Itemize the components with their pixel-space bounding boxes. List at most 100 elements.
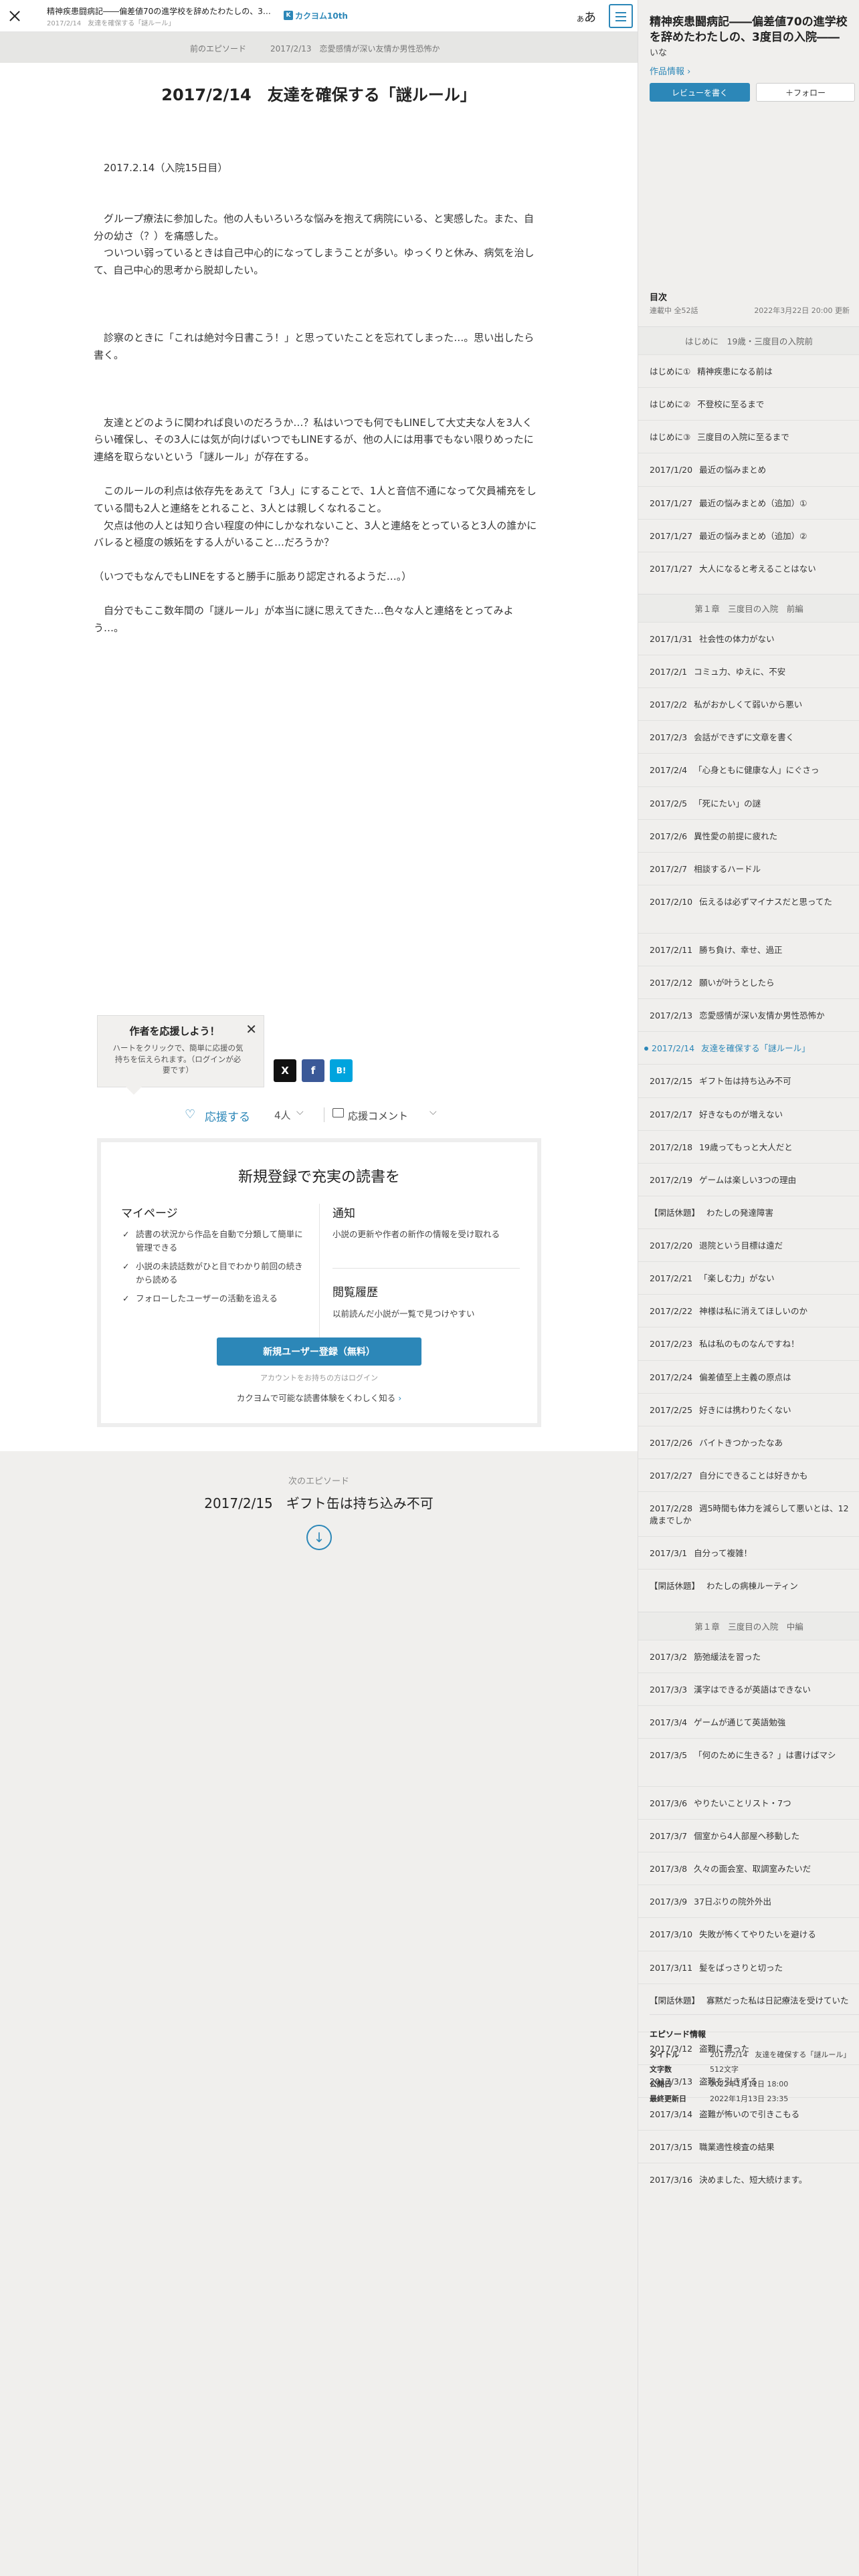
toc-item[interactable]: 2017/2/26 バイトきつかったなあ bbox=[638, 1425, 859, 1459]
previous-episode-nav[interactable]: 前のエピソード 2017/2/13 恋愛感情が深い友情か男性恐怖か bbox=[0, 32, 638, 63]
toc-item[interactable]: 2017/2/22 神様は私に消えてほしいのか bbox=[638, 1294, 859, 1327]
mypage-feature-text: フォローしたユーザーの活動を追える bbox=[136, 1293, 278, 1303]
toc-item-title: 19歳ってもっと大人だと bbox=[699, 1142, 793, 1152]
toc-item[interactable]: 2017/3/4 ゲームが通じて英語勉強 bbox=[638, 1705, 859, 1738]
toc-item[interactable]: 2017/1/27 最近の悩みまとめ（追加）① bbox=[638, 486, 859, 519]
toc-item-title: コミュ力、ゆえに、不安 bbox=[694, 667, 786, 677]
toc-item[interactable]: 2017/3/7 個室から4人部屋へ移動した bbox=[638, 1819, 859, 1852]
toc-item[interactable]: 2017/2/10 伝えるは必ずマイナスだと思ってた bbox=[638, 884, 859, 933]
register-title: 新規登録で充実の読書を bbox=[237, 1169, 400, 1186]
share-hatena-icon[interactable]: B! bbox=[330, 1059, 353, 1082]
toc-item[interactable]: 2017/2/7 相談するハードル bbox=[638, 851, 859, 885]
toc-item[interactable]: 2017/3/3 漢字はできるが英語はできない bbox=[638, 1672, 859, 1705]
toc-item-current[interactable]: 2017/2/14 友達を確保する「謎ルール」 bbox=[638, 1031, 859, 1064]
work-info-link[interactable]: 作品情報 › bbox=[650, 64, 690, 77]
toc-item-date: 2017/3/9 bbox=[650, 1897, 688, 1907]
write-review-button[interactable]: レビューを書く bbox=[650, 83, 750, 102]
toc-item[interactable]: 2017/2/11 勝ち負け、幸せ、過正 bbox=[638, 932, 859, 966]
toc-item[interactable]: 2017/2/1 コミュ力、ゆえに、不安 bbox=[638, 655, 859, 687]
toc-item[interactable]: 2017/1/31 社会性の体力がない bbox=[638, 621, 859, 655]
toc-item[interactable]: 2017/3/16 決めました、短大続けます。 bbox=[638, 2163, 859, 2195]
toc-item-title: 自分って複雑！ bbox=[694, 1548, 753, 1559]
table-of-contents-button[interactable] bbox=[609, 4, 633, 28]
arrow-down-icon[interactable]: ↓ bbox=[306, 1525, 332, 1550]
mypage-feature-item: ✓ フォローしたユーザーの活動を追える bbox=[121, 1292, 308, 1305]
menu-line-icon bbox=[615, 20, 626, 21]
toc-item[interactable]: 2017/2/3 会話ができずに文章を書く bbox=[638, 720, 859, 753]
toc-item[interactable]: 2017/2/24 偏差値至上主義の原点は bbox=[638, 1360, 859, 1393]
font-size-button[interactable]: ああ bbox=[577, 8, 596, 25]
toc-item-date: 2017/2/23 bbox=[650, 1339, 693, 1350]
header-work-title[interactable]: 精神疾患闘病記――偏差値70の進学校を辞めたわたしの、3度目の入院―― bbox=[47, 5, 274, 17]
close-icon[interactable]: ✕ bbox=[246, 1023, 257, 1036]
toc-item[interactable]: 2017/2/4 「心身ともに健康な人」にぐさっ bbox=[638, 753, 859, 786]
toc-item[interactable]: 2017/3/11 髪をばっさりと切った bbox=[638, 1950, 859, 1983]
toc-item[interactable]: 2017/2/5 「死にたい」の謎 bbox=[638, 786, 859, 819]
toc-item[interactable]: はじめに① 精神疾患になる前は bbox=[638, 354, 859, 387]
sidebar-work-title[interactable]: 精神疾患闘病記――偏差値70の進学校を辞めたわたしの、3度目の入院―― bbox=[650, 15, 850, 45]
episode-info-heading: エピソード情報 bbox=[650, 2014, 859, 2040]
toc-item[interactable]: 2017/3/10 失敗が怖くてやりたいを避ける bbox=[638, 1917, 859, 1950]
toc-item[interactable]: 2017/2/17 好きなものが増えない bbox=[638, 1097, 859, 1130]
share-facebook-icon[interactable]: f bbox=[302, 1059, 324, 1082]
logo-mark: K bbox=[284, 11, 293, 20]
sidebar-author[interactable]: いな bbox=[650, 45, 667, 58]
toc-item[interactable]: 2017/1/27 最近の悩みまとめ（追加）② bbox=[638, 518, 859, 552]
support-count[interactable]: 4人 bbox=[274, 1108, 291, 1122]
toc-item[interactable]: 2017/2/12 願いが叶うとしたら bbox=[638, 966, 859, 998]
prev-episode-label[interactable]: 前のエピソード bbox=[190, 43, 246, 54]
toc-item[interactable]: 2017/2/25 好きには携わりたくない bbox=[638, 1392, 859, 1426]
toc-item-title: ゲームが通じて英語勉強 bbox=[694, 1717, 786, 1727]
toc-item[interactable]: 2017/2/27 自分にできることは好きかも bbox=[638, 1458, 859, 1491]
toc-chapter-heading: 第１章 三度目の入院 中編 bbox=[638, 1611, 859, 1640]
toc-item[interactable]: 2017/1/27 大人になると考えることはない bbox=[638, 551, 859, 584]
close-icon[interactable] bbox=[8, 9, 21, 23]
learn-more-link[interactable]: カクヨムで可能な読書体験をくわしく知る › bbox=[101, 1391, 537, 1404]
toc-item[interactable]: 2017/2/2 私がおかしくて弱いから悪い bbox=[638, 687, 859, 720]
toc-item[interactable]: 2017/1/20 最近の悩みまとめ bbox=[638, 453, 859, 486]
kakuyomu-logo[interactable]: K カクヨム10th bbox=[284, 9, 348, 21]
toc-item[interactable]: 2017/2/15 ギフト缶は持ち込み不可 bbox=[638, 1064, 859, 1097]
body-paragraph bbox=[94, 177, 542, 194]
prev-episode-title[interactable]: 2017/2/13 恋愛感情が深い友情か男性恐怖か bbox=[270, 43, 440, 54]
divider bbox=[319, 1204, 320, 1337]
toc-item[interactable]: 【閑話休題】 わたしの発達障害 bbox=[638, 1195, 859, 1228]
toc-item[interactable]: 2017/3/5 「何のために生きる？」は書けばマシ bbox=[638, 1737, 859, 1786]
toc-item[interactable]: 2017/3/15 職業適性検査の結果 bbox=[638, 2130, 859, 2163]
comment-icon[interactable] bbox=[332, 1108, 344, 1117]
share-x-icon[interactable]: X bbox=[274, 1059, 296, 1082]
toc-item-date: 2017/3/11 bbox=[650, 1962, 693, 1973]
toc-item[interactable]: 2017/2/19 ゲームは楽しい3つの理由 bbox=[638, 1162, 859, 1196]
heart-icon[interactable]: ♡ bbox=[185, 1107, 195, 1121]
support-comment-button[interactable]: 応援コメント bbox=[348, 1109, 408, 1123]
login-link[interactable]: アカウントをお持ちの方はログイン bbox=[101, 1372, 537, 1383]
toc-item[interactable]: 2017/2/21 「楽しむ力」がない bbox=[638, 1261, 859, 1294]
toc-item-title: 異性愛の前提に疲れた bbox=[694, 831, 778, 841]
toc-item[interactable]: はじめに② 不登校に至るまで bbox=[638, 387, 859, 420]
toc-item-title: 相談するハードル bbox=[694, 863, 761, 874]
toc-item[interactable]: 2017/2/20 退院という目標は遠だ bbox=[638, 1228, 859, 1261]
chevron-down-icon[interactable]: ⌵ bbox=[296, 1107, 304, 1117]
toc-item-date: 2017/1/27 bbox=[650, 563, 693, 574]
toc-item[interactable]: 2017/2/6 異性愛の前提に疲れた bbox=[638, 819, 859, 852]
toc-item[interactable]: 2017/2/13 恋愛感情が深い友情か男性恐怖か bbox=[638, 998, 859, 1031]
follow-button[interactable]: ＋フォロー bbox=[756, 83, 855, 102]
toc-item[interactable]: 2017/3/9 37日ぶりの院外外出 bbox=[638, 1885, 859, 1917]
toc-item[interactable]: 2017/2/18 19歳ってもっと大人だと bbox=[638, 1130, 859, 1163]
toc-item[interactable]: 2017/2/28 週5時間も体力を減らして悪いとは、12歳までしか bbox=[638, 1491, 859, 1536]
next-episode-title[interactable]: 2017/2/15 ギフト缶は持ち込み不可 bbox=[0, 1493, 638, 1512]
support-button[interactable]: 応援する bbox=[205, 1107, 250, 1124]
mypage-feature-text: 読書の状況から作品を自動で分類して簡単に管理できる bbox=[136, 1229, 303, 1253]
toc-item[interactable]: 【閑話休題】 わたしの病棟ルーティン bbox=[638, 1569, 859, 1602]
toc-item[interactable]: 2017/2/23 私は私のものなんですね！ bbox=[638, 1327, 859, 1360]
register-button[interactable]: 新規ユーザー登録（無料） bbox=[217, 1337, 421, 1366]
toc-item[interactable]: 2017/3/8 久々の面会室、取調室みたいだ bbox=[638, 1852, 859, 1885]
toc-item[interactable]: 2017/3/6 やりたいことリスト・7つ bbox=[638, 1786, 859, 1819]
check-icon: ✓ bbox=[122, 1261, 130, 1271]
toc-item[interactable]: 2017/3/2 筋弛緩法を習った bbox=[638, 1639, 859, 1673]
toc-item[interactable]: はじめに③ 三度目の入院に至るまで bbox=[638, 420, 859, 453]
toc-item[interactable]: 2017/3/1 自分って複雑！ bbox=[638, 1536, 859, 1569]
toc-item-date: 2017/2/22 bbox=[650, 1306, 693, 1317]
toc-item-date: 2017/2/10 bbox=[650, 896, 693, 907]
chevron-down-icon[interactable]: ⌵ bbox=[430, 1107, 437, 1117]
